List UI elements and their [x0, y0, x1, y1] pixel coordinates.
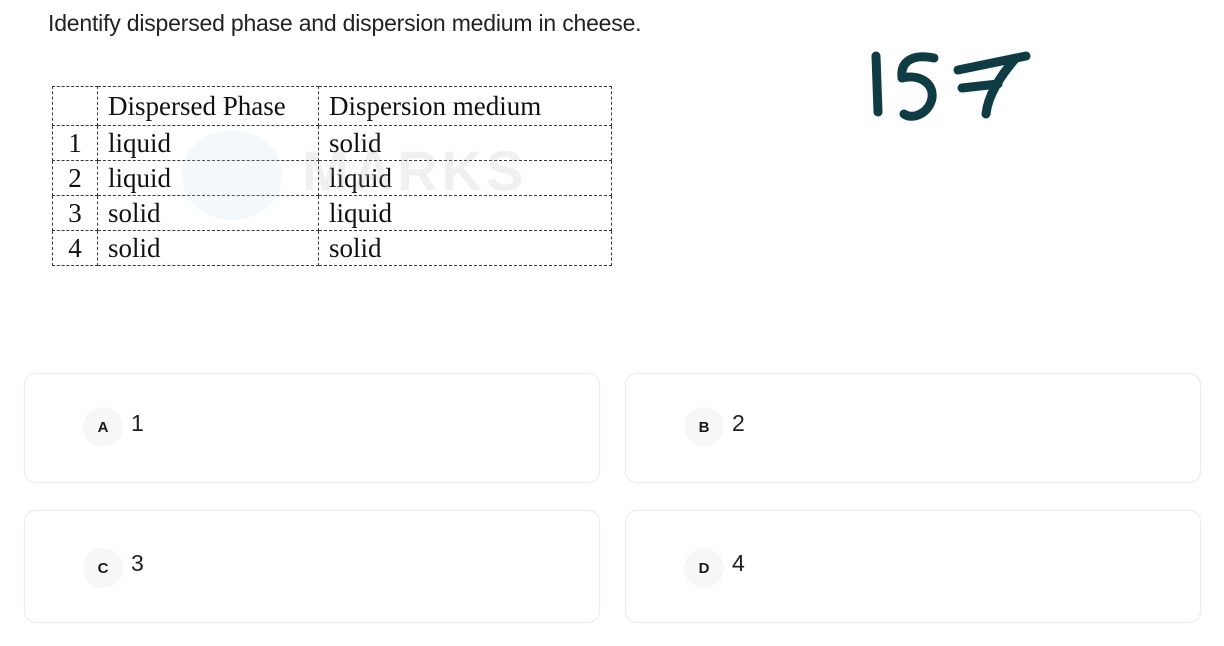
- row-number: 2: [52, 160, 98, 196]
- option-value: 1: [131, 410, 144, 436]
- answer-table: Dispersed Phase Dispersion medium 1 liqu…: [52, 86, 612, 266]
- option-b[interactable]: B 2: [625, 373, 1201, 483]
- option-value: 4: [732, 550, 745, 576]
- question-text: Identify dispersed phase and dispersion …: [48, 10, 642, 36]
- option-letter-badge: D: [684, 548, 724, 588]
- dispersion-medium-cell: liquid: [318, 160, 612, 196]
- dispersion-medium-cell: liquid: [318, 195, 612, 231]
- option-value: 2: [732, 410, 745, 436]
- option-letter-badge: C: [83, 548, 123, 588]
- handwritten-annotation: [871, 51, 1031, 121]
- dispersion-medium-cell: solid: [318, 125, 612, 161]
- option-c[interactable]: C 3: [24, 510, 600, 623]
- table-row: 4 solid solid: [52, 230, 612, 266]
- table-header-cell: [52, 86, 98, 126]
- dispersed-phase-cell: solid: [97, 195, 319, 231]
- table-header-cell: Dispersed Phase: [97, 86, 319, 126]
- option-d[interactable]: D 4: [625, 510, 1201, 623]
- option-letter-badge: A: [83, 407, 123, 447]
- scanned-table-image: MARKS Dispersed Phase Dispersion medium …: [52, 86, 612, 266]
- option-value: 3: [131, 550, 144, 576]
- table-header-cell: Dispersion medium: [318, 86, 612, 126]
- dispersed-phase-cell: liquid: [97, 160, 319, 196]
- option-a[interactable]: A 1: [24, 373, 600, 483]
- row-number: 1: [52, 125, 98, 161]
- row-number: 4: [52, 230, 98, 266]
- dispersed-phase-cell: solid: [97, 230, 319, 266]
- dispersion-medium-cell: solid: [318, 230, 612, 266]
- table-row: 1 liquid solid: [52, 125, 612, 161]
- row-number: 3: [52, 195, 98, 231]
- dispersed-phase-cell: liquid: [97, 125, 319, 161]
- option-letter-badge: B: [684, 407, 724, 447]
- table-row: 3 solid liquid: [52, 195, 612, 231]
- table-header-row: Dispersed Phase Dispersion medium: [52, 86, 612, 126]
- table-row: 2 liquid liquid: [52, 160, 612, 196]
